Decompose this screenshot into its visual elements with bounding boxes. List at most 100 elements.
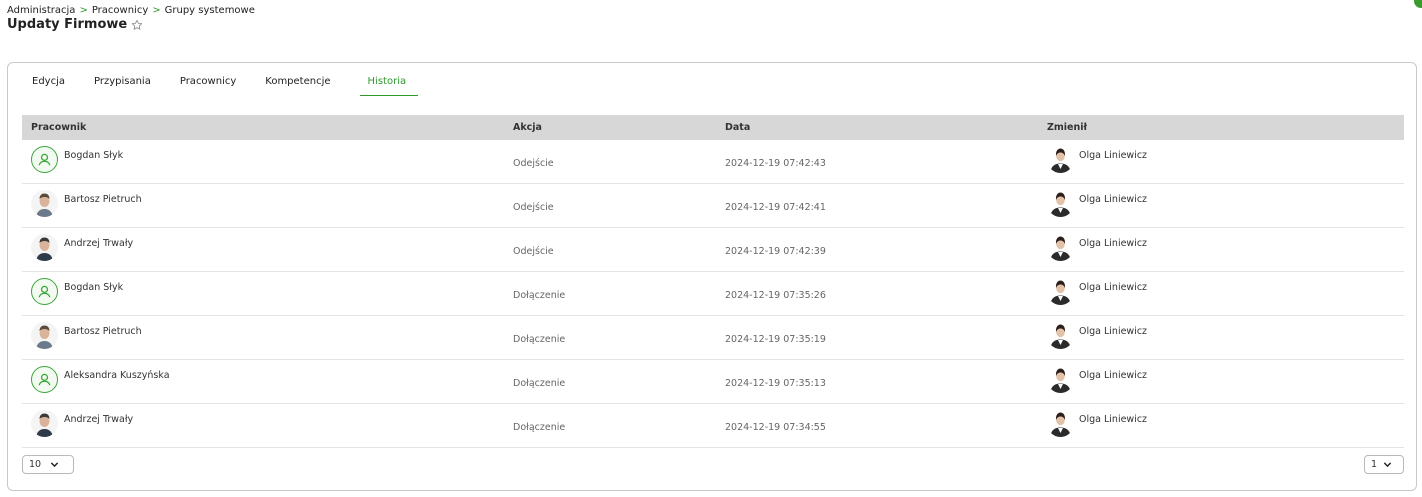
date-cell: 2024-12-19 07:42:41 bbox=[725, 202, 826, 213]
action-cell: Dołączenie bbox=[513, 334, 566, 345]
date-cell: 2024-12-19 07:42:43 bbox=[725, 158, 826, 169]
action-cell: Odejście bbox=[513, 202, 554, 213]
changed-by-cell: Olga Liniewicz bbox=[1047, 316, 1404, 349]
changed-by-cell: Olga Liniewicz bbox=[1047, 360, 1404, 393]
tab-kompetencje[interactable]: Kompetencje bbox=[265, 73, 330, 95]
date-cell: 2024-12-19 07:35:19 bbox=[725, 334, 826, 345]
employee-avatar bbox=[31, 278, 58, 305]
date-cell: 2024-12-19 07:35:26 bbox=[725, 290, 826, 301]
changed-by-avatar bbox=[1047, 366, 1074, 393]
page-select[interactable]: 1 bbox=[1364, 455, 1404, 474]
page-size-select[interactable]: 10 bbox=[22, 455, 74, 474]
changed-by-cell: Olga Liniewicz bbox=[1047, 272, 1404, 305]
user-photo-icon bbox=[31, 190, 58, 217]
employee-name[interactable]: Bartosz Pietruch bbox=[64, 194, 142, 205]
star-icon[interactable] bbox=[131, 19, 143, 31]
page-title-text: Updaty Firmowe bbox=[7, 17, 128, 32]
column-header-zmienil[interactable]: Zmienił bbox=[1047, 122, 1404, 133]
user-placeholder-icon bbox=[38, 285, 51, 298]
tabs: Edycja Przypisania Pracownicy Kompetencj… bbox=[24, 73, 447, 99]
employee-cell: Bogdan Słyk bbox=[22, 272, 513, 305]
user-placeholder-icon bbox=[38, 373, 51, 386]
column-header-data[interactable]: Data bbox=[725, 122, 1047, 133]
table-row[interactable]: Bartosz Pietruch Dołączenie 2024-12-19 07:… bbox=[22, 316, 1404, 360]
table-header: Pracownik Akcja Data Zmienił bbox=[22, 115, 1404, 140]
action-cell: Odejście bbox=[513, 158, 554, 169]
table-body: Bogdan Słyk Odejście 2024-12-19 07:42:43 Ol… bbox=[22, 140, 1404, 448]
changed-by-name[interactable]: Olga Liniewicz bbox=[1079, 370, 1147, 381]
changed-by-name[interactable]: Olga Liniewicz bbox=[1079, 414, 1147, 425]
changed-by-name[interactable]: Olga Liniewicz bbox=[1079, 194, 1147, 205]
breadcrumb-separator: > bbox=[152, 5, 161, 16]
history-table: Pracownik Akcja Data Zmienił Bogdan Słyk… bbox=[22, 115, 1404, 448]
breadcrumb-item-grupy-systemowe[interactable]: Grupy systemowe bbox=[165, 5, 255, 16]
breadcrumb-item-administracja[interactable]: Administracja bbox=[7, 5, 75, 16]
changed-by-cell: Olga Liniewicz bbox=[1047, 140, 1404, 173]
tab-pracownicy[interactable]: Pracownicy bbox=[180, 73, 236, 95]
table-row[interactable]: Andrzej Trwały Dołączenie 2024-12-19 07:34… bbox=[22, 404, 1404, 448]
employee-avatar bbox=[31, 366, 58, 393]
changed-by-avatar bbox=[1047, 190, 1074, 217]
action-cell: Dołączenie bbox=[513, 422, 566, 433]
date-cell: 2024-12-19 07:42:39 bbox=[725, 246, 826, 257]
changed-by-name[interactable]: Olga Liniewicz bbox=[1079, 150, 1147, 161]
employee-name[interactable]: Bogdan Słyk bbox=[64, 150, 123, 161]
changed-by-name[interactable]: Olga Liniewicz bbox=[1079, 238, 1147, 249]
breadcrumb-item-pracownicy[interactable]: Pracownicy bbox=[92, 5, 148, 16]
column-header-akcja[interactable]: Akcja bbox=[513, 122, 725, 133]
employee-name[interactable]: Andrzej Trwały bbox=[64, 414, 133, 425]
employee-name[interactable]: Bartosz Pietruch bbox=[64, 326, 142, 337]
action-cell: Dołączenie bbox=[513, 290, 566, 301]
user-photo-icon bbox=[1047, 190, 1074, 217]
employee-cell: Andrzej Trwały bbox=[22, 228, 513, 261]
employee-avatar bbox=[31, 234, 58, 261]
user-photo-icon bbox=[31, 322, 58, 349]
tab-edycja[interactable]: Edycja bbox=[32, 73, 65, 95]
user-photo-icon bbox=[1047, 366, 1074, 393]
table-row[interactable]: Bogdan Słyk Dołączenie 2024-12-19 07:35:26… bbox=[22, 272, 1404, 316]
employee-cell: Bartosz Pietruch bbox=[22, 316, 513, 349]
page-size-value: 10 bbox=[29, 459, 42, 470]
employee-name[interactable]: Bogdan Słyk bbox=[64, 282, 123, 293]
user-photo-icon bbox=[1047, 410, 1074, 437]
chevron-down-icon bbox=[1383, 462, 1392, 468]
changed-by-avatar bbox=[1047, 410, 1074, 437]
changed-by-avatar bbox=[1047, 234, 1074, 261]
user-photo-icon bbox=[1047, 278, 1074, 305]
table-row[interactable]: Bartosz Pietruch Odejście 2024-12-19 07:42… bbox=[22, 184, 1404, 228]
user-photo-icon bbox=[31, 234, 58, 261]
user-photo-icon bbox=[31, 410, 58, 437]
employee-cell: Bartosz Pietruch bbox=[22, 184, 513, 217]
action-cell: Dołączenie bbox=[513, 378, 566, 389]
employee-name[interactable]: Aleksandra Kuszyńska bbox=[64, 370, 170, 381]
changed-by-name[interactable]: Olga Liniewicz bbox=[1079, 282, 1147, 293]
changed-by-avatar bbox=[1047, 146, 1074, 173]
employee-name[interactable]: Andrzej Trwały bbox=[64, 238, 133, 249]
tab-historia[interactable]: Historia bbox=[359, 73, 419, 96]
table-row[interactable]: Aleksandra Kuszyńska Dołączenie 2024-12-19… bbox=[22, 360, 1404, 404]
page-value: 1 bbox=[1371, 459, 1378, 470]
changed-by-name[interactable]: Olga Liniewicz bbox=[1079, 326, 1147, 337]
employee-cell: Andrzej Trwały bbox=[22, 404, 513, 437]
changed-by-avatar bbox=[1047, 278, 1074, 305]
user-photo-icon bbox=[1047, 146, 1074, 173]
employee-avatar bbox=[31, 190, 58, 217]
action-cell: Odejście bbox=[513, 246, 554, 257]
breadcrumb-separator: > bbox=[79, 5, 88, 16]
column-header-pracownik[interactable]: Pracownik bbox=[22, 122, 513, 133]
user-photo-icon bbox=[1047, 322, 1074, 349]
table-row[interactable]: Andrzej Trwały Odejście 2024-12-19 07:42:3… bbox=[22, 228, 1404, 272]
chevron-down-icon bbox=[50, 462, 59, 468]
table-row[interactable]: Bogdan Słyk Odejście 2024-12-19 07:42:43 Ol… bbox=[22, 140, 1404, 184]
user-photo-icon bbox=[1047, 234, 1074, 261]
content-card: Edycja Przypisania Pracownicy Kompetencj… bbox=[7, 62, 1417, 491]
user-placeholder-icon bbox=[38, 153, 51, 166]
employee-avatar bbox=[31, 322, 58, 349]
employee-avatar bbox=[31, 410, 58, 437]
changed-by-cell: Olga Liniewicz bbox=[1047, 404, 1404, 437]
changed-by-avatar bbox=[1047, 322, 1074, 349]
tab-przypisania[interactable]: Przypisania bbox=[94, 73, 151, 95]
employee-cell: Aleksandra Kuszyńska bbox=[22, 360, 513, 393]
employee-cell: Bogdan Słyk bbox=[22, 140, 513, 173]
date-cell: 2024-12-19 07:35:13 bbox=[725, 378, 826, 389]
